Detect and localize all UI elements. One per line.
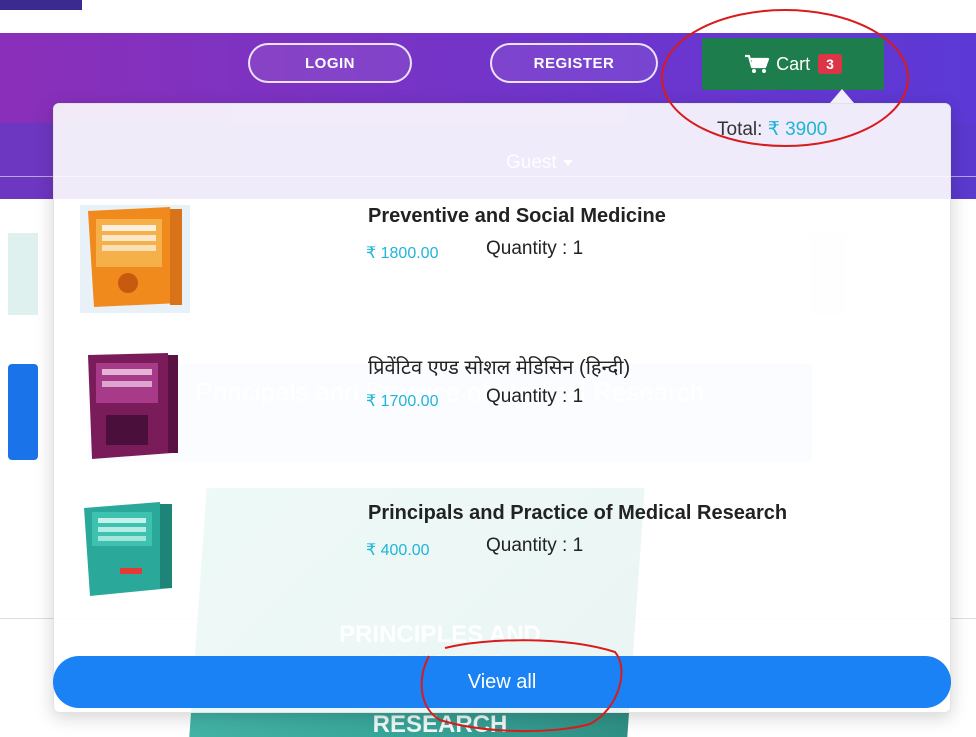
top-left-block	[0, 0, 82, 10]
register-button[interactable]: REGISTER	[490, 43, 658, 83]
cart-count-badge: 3	[818, 54, 842, 74]
cart-item-quantity: Quantity : 1	[486, 535, 584, 556]
book-thumbnail[interactable]	[80, 205, 190, 313]
dropdown-caret	[830, 89, 854, 103]
view-all-button[interactable]: View all	[53, 656, 951, 708]
cart-item-title[interactable]: प्रिवेंटिव एण्ड सोशल मेडिसिन (हिन्दी)	[368, 353, 630, 380]
cart-button[interactable]: Cart 3	[702, 38, 884, 90]
cart-item-title[interactable]: Preventive and Social Medicine	[368, 205, 666, 228]
shopping-cart-icon	[744, 54, 770, 74]
user-menu-label: Guest	[506, 152, 557, 173]
login-label: LOGIN	[305, 54, 355, 72]
user-menu-toggle[interactable]: Guest	[506, 152, 573, 174]
book-thumbnail[interactable]	[80, 353, 190, 461]
cart-item-title[interactable]: Principals and Practice of Medical Resea…	[368, 502, 787, 525]
cart-item-quantity: Quantity : 1	[486, 386, 584, 407]
cart-item-quantity: Quantity : 1	[486, 238, 584, 259]
cart-item-price: ₹ 400.00	[366, 542, 430, 559]
register-label: REGISTER	[533, 54, 615, 72]
book-thumbnail[interactable]	[80, 502, 190, 610]
background-blue-button[interactable]	[8, 364, 38, 460]
login-button[interactable]: LOGIN	[248, 43, 412, 83]
caret-down-icon	[562, 159, 573, 166]
background-card-title: Principals and Practice of Medical Resea…	[195, 377, 705, 407]
cart-total: Total: ₹ 3900	[717, 118, 827, 141]
cart-item-price: ₹ 1700.00	[366, 393, 439, 410]
cart-item-price: ₹ 1800.00	[366, 245, 439, 262]
cart-label: Cart	[776, 53, 811, 74]
view-all-label: View all	[467, 670, 537, 693]
cart-total-label: Total:	[717, 119, 763, 140]
cart-total-amount: ₹ 3900	[767, 119, 828, 140]
background-panel-left	[8, 233, 38, 315]
